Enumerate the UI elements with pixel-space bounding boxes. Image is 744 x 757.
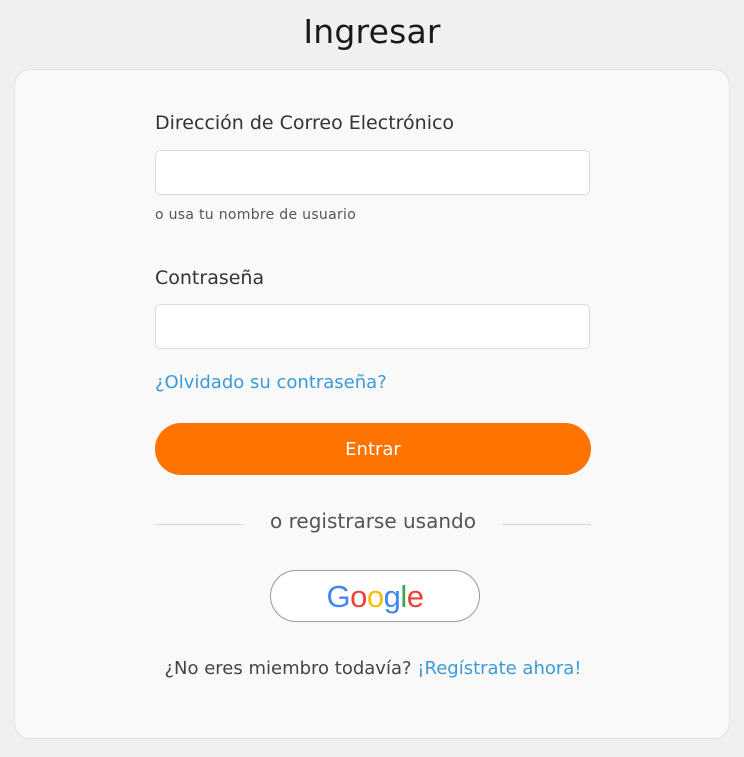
google-signin-button[interactable]: Google xyxy=(270,570,480,622)
password-field[interactable] xyxy=(155,304,590,349)
google-logo: Google xyxy=(326,578,424,614)
divider-text: o registrarse usando xyxy=(270,509,476,533)
google-logo-letter: o xyxy=(350,578,367,614)
email-field[interactable] xyxy=(155,150,590,195)
password-label: Contraseña xyxy=(155,267,265,289)
google-logo-letter: e xyxy=(406,578,424,614)
google-logo-letter: G xyxy=(326,578,351,614)
submit-button[interactable]: Entrar xyxy=(155,423,591,475)
email-label: Dirección de Correo Electrónico xyxy=(155,112,455,134)
signup-row: ¿No eres miembro todavía? ¡Regístrate ah… xyxy=(15,658,731,679)
google-logo-letter: g xyxy=(383,578,401,614)
google-logo-letter: o xyxy=(366,578,384,614)
forgot-password-link[interactable]: ¿Olvidado su contraseña? xyxy=(155,372,387,393)
login-card: Dirección de Correo Electrónico o usa tu… xyxy=(14,69,730,739)
page-title: Ingresar xyxy=(303,12,441,51)
signup-prompt: ¿No eres miembro todavía? xyxy=(164,658,412,679)
signup-link[interactable]: ¡Regístrate ahora! xyxy=(417,658,581,679)
divider-right xyxy=(502,524,591,525)
email-hint: o usa tu nombre de usuario xyxy=(155,207,357,223)
